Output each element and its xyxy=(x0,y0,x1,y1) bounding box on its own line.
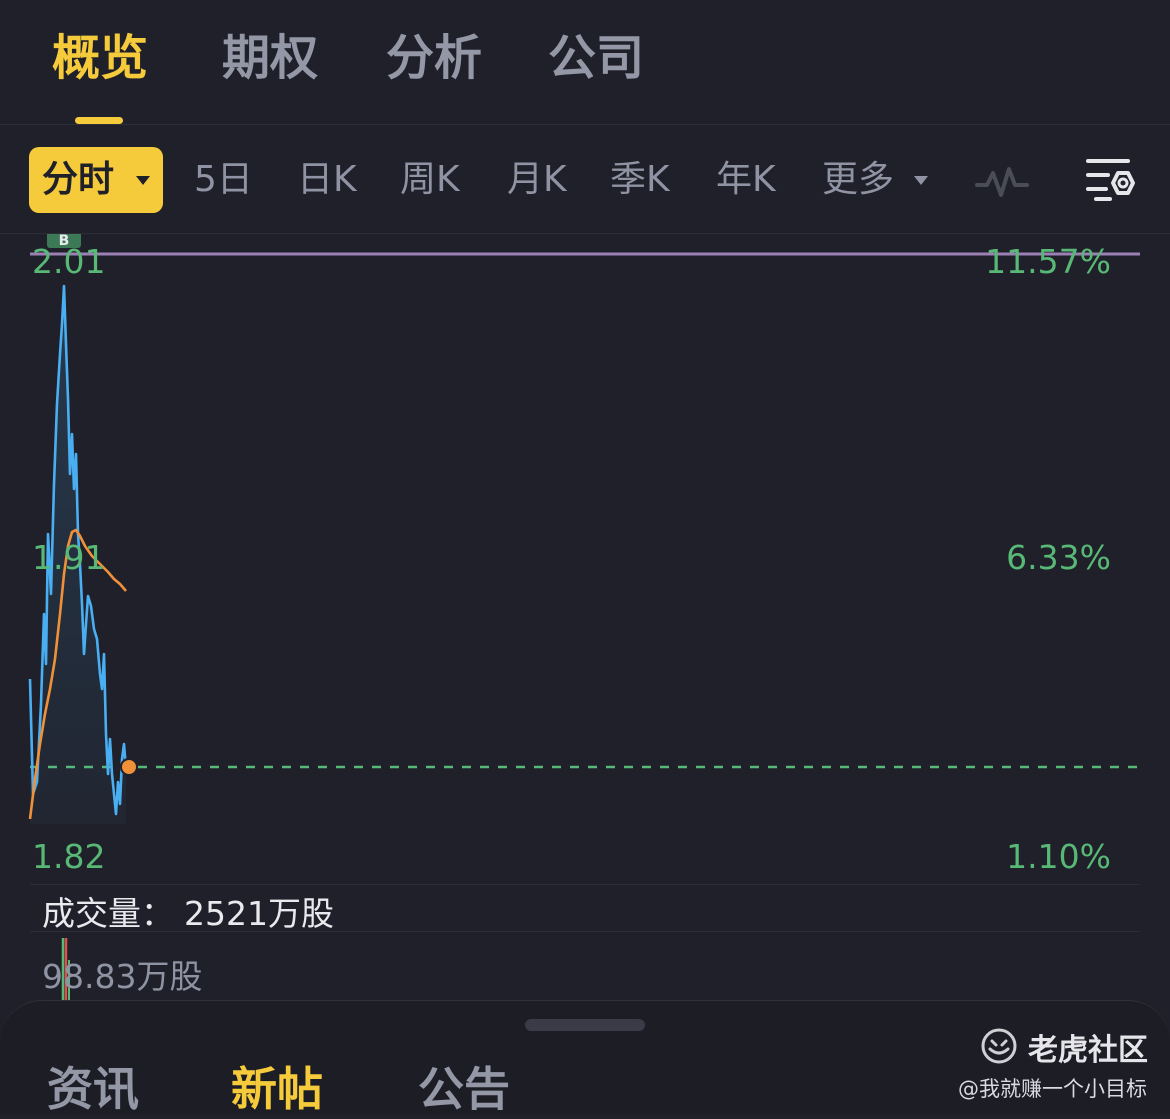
period-intraday-button[interactable]: 分时 xyxy=(29,147,163,213)
volume-header: 成交量： 2521万股 xyxy=(30,884,1140,935)
tab-news[interactable]: 资讯 xyxy=(47,1053,139,1119)
period-quarterly-k-button[interactable]: 季K xyxy=(610,147,670,213)
indicator-wave-icon[interactable] xyxy=(975,163,1029,203)
watermark-username: @我就赚一个小目标 xyxy=(958,1077,1147,1101)
volume-title: 成交量： 2521万股 xyxy=(42,887,334,935)
period-more-label: 更多 xyxy=(822,159,895,200)
caret-down-icon xyxy=(136,176,150,185)
period-daily-k-button[interactable]: 日K xyxy=(297,147,357,213)
period-toolbar: 分时 5日 日K 周K 月K 季K 年K 更多 xyxy=(0,125,1170,234)
price-axis-mid: 1.91 xyxy=(32,538,106,577)
active-tab-indicator xyxy=(75,117,123,124)
drag-handle[interactable] xyxy=(525,1019,645,1031)
percent-axis-high: 11.57% xyxy=(985,242,1111,281)
period-weekly-k-button[interactable]: 周K xyxy=(400,147,460,213)
period-yearly-k-button[interactable]: 年K xyxy=(716,147,776,213)
last-price-dot xyxy=(120,758,138,776)
period-intraday-label: 分时 xyxy=(42,159,115,200)
bottom-sheet[interactable]: 资讯 新帖 公告 老虎社区 @我就赚一个小目标 xyxy=(0,1000,1170,1116)
tab-new-posts[interactable]: 新帖 xyxy=(231,1053,323,1119)
intraday-chart[interactable]: B 2.01 1.91 1.82 11.57% 6.33% 1.10% xyxy=(0,234,1170,884)
percent-axis-low: 1.10% xyxy=(1006,837,1111,876)
tiger-community-logo-icon xyxy=(981,1028,1017,1064)
tab-overview[interactable]: 概览 xyxy=(52,26,148,90)
tab-company[interactable]: 公司 xyxy=(548,26,644,90)
volume-label: 成交量： xyxy=(42,894,174,933)
chart-settings-icon[interactable] xyxy=(1084,155,1136,205)
price-axis-low: 1.82 xyxy=(32,837,106,876)
period-more-button[interactable]: 更多 xyxy=(822,147,928,213)
percent-axis-mid: 6.33% xyxy=(1006,538,1111,577)
period-monthly-k-button[interactable]: 月K xyxy=(507,147,567,213)
price-axis-high: 2.01 xyxy=(32,242,106,281)
watermark-brand: 老虎社区 xyxy=(1028,1033,1148,1068)
tab-announcements[interactable]: 公告 xyxy=(418,1053,510,1119)
top-tab-bar: 概览 期权 分析 公司 xyxy=(0,0,1170,125)
caret-down-icon xyxy=(914,176,928,185)
tab-options[interactable]: 期权 xyxy=(222,26,318,90)
tab-analysis[interactable]: 分析 xyxy=(386,26,482,90)
volume-axis-max: 98.83万股 xyxy=(42,957,203,996)
period-5day-button[interactable]: 5日 xyxy=(194,147,253,213)
volume-total: 2521万股 xyxy=(184,894,334,933)
